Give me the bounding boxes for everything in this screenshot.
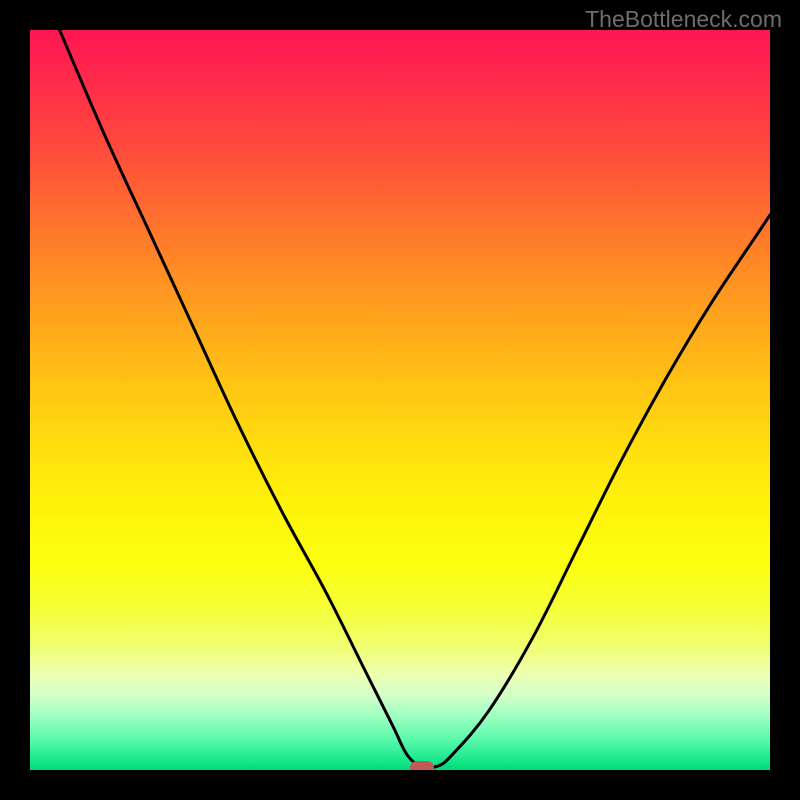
watermark-text: TheBottleneck.com	[585, 6, 782, 33]
chart-plot-area	[30, 30, 770, 770]
optimum-marker	[410, 761, 434, 770]
bottleneck-curve	[30, 30, 770, 770]
